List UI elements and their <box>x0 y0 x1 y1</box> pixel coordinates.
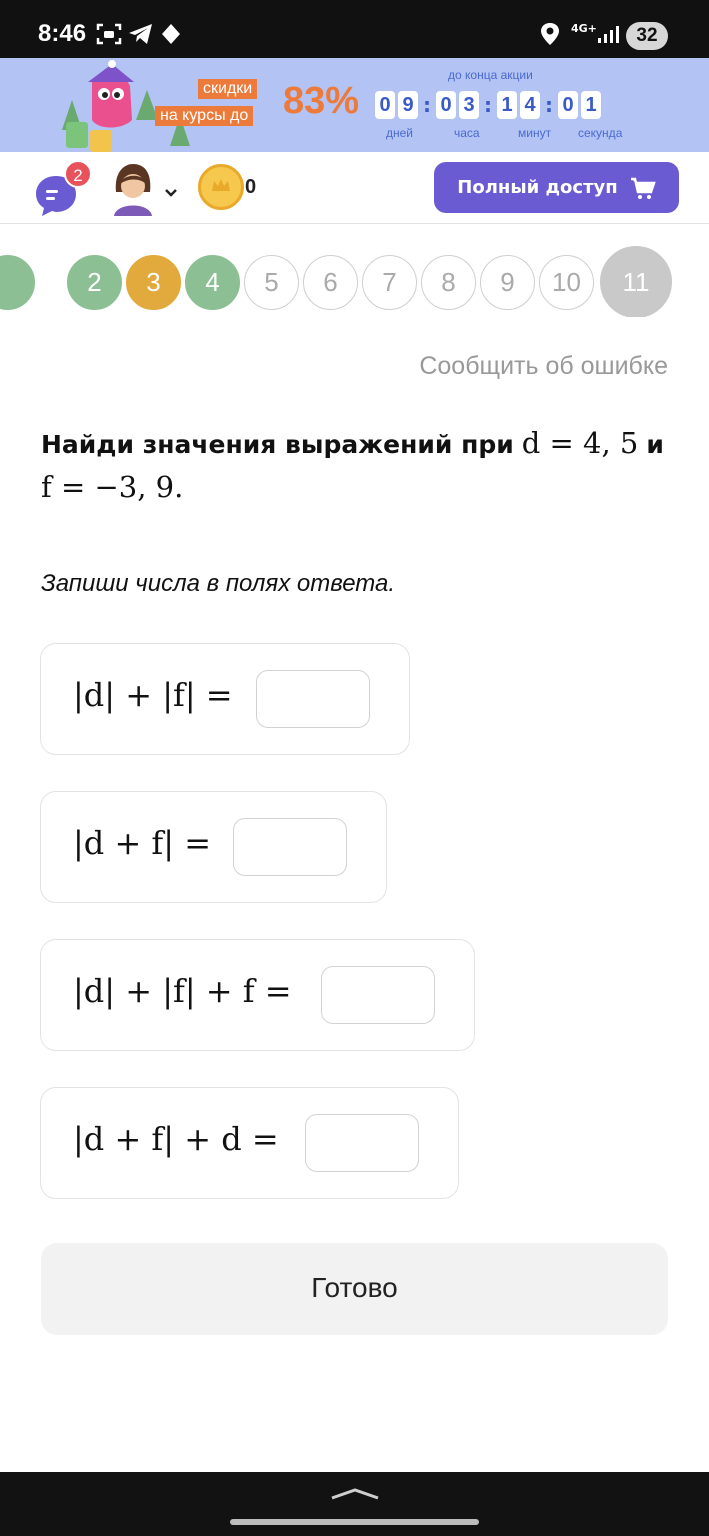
countdown-digit: 0 <box>436 91 456 119</box>
app-header: 2 0 Полный доступ <box>0 152 709 224</box>
countdown-separator: : <box>545 93 553 117</box>
answer-card: |d| + |f| = <box>40 643 410 755</box>
status-time: 8:46 <box>38 20 87 47</box>
expression: |d| + |f| = <box>73 676 233 714</box>
countdown-caption: до конца акции <box>448 68 533 82</box>
countdown-label-hours: часа <box>454 126 480 140</box>
expression: |d + f| + d = <box>73 1120 279 1158</box>
question-var-f: f = −3, 9. <box>41 470 184 504</box>
done-button[interactable]: Готово <box>41 1243 668 1335</box>
expression: |d| + |f| + f = <box>73 972 292 1010</box>
countdown-digit: 1 <box>581 91 601 119</box>
profile-menu-button[interactable] <box>108 162 188 216</box>
question-prefix: Найди значения выражений при <box>41 430 514 459</box>
countdown-label-days: дней <box>386 126 414 140</box>
chevron-up-icon[interactable] <box>330 1486 380 1502</box>
full-access-button[interactable]: Полный доступ <box>434 162 679 213</box>
full-access-label: Полный доступ <box>457 177 618 198</box>
notification-icon <box>162 24 180 44</box>
step-8[interactable]: 8 <box>421 255 476 310</box>
battery-badge: 32 <box>626 22 668 50</box>
step-6[interactable]: 6 <box>303 255 358 310</box>
location-icon <box>541 23 559 45</box>
signal-icon <box>598 26 619 43</box>
promo-tag-courses: на курсы до <box>155 106 254 126</box>
question-text: Найди значения выражений при d = 4, 5 и … <box>41 422 671 510</box>
home-gesture-bar[interactable] <box>230 1519 479 1525</box>
step-2[interactable]: 2 <box>67 255 122 310</box>
telegram-icon <box>129 24 152 44</box>
question-and: и <box>646 430 664 459</box>
question-steps: 2 3 4 5 6 7 8 9 10 11 <box>0 245 709 317</box>
crown-icon <box>212 179 230 191</box>
promo-percent: 83% <box>283 80 360 122</box>
avatar <box>114 164 152 216</box>
step-9[interactable]: 9 <box>480 255 535 310</box>
promo-tag-discounts: скидки <box>198 79 258 99</box>
expression: |d + f| = <box>73 824 212 862</box>
report-error-link[interactable]: Сообщить об ошибке <box>419 352 668 381</box>
chat-button[interactable]: 2 <box>34 160 94 216</box>
countdown-digit: 3 <box>459 91 479 119</box>
system-nav-bar <box>0 1472 709 1536</box>
coin-icon <box>198 164 244 210</box>
countdown-digit: 0 <box>375 91 395 119</box>
countdown-digit: 1 <box>497 91 517 119</box>
countdown-digit: 0 <box>558 91 578 119</box>
answer-input[interactable] <box>256 670 370 728</box>
step-partial[interactable] <box>0 255 35 310</box>
step-4[interactable]: 4 <box>185 255 240 310</box>
network-type: 4G+ <box>571 22 597 35</box>
screenshot-icon <box>96 23 122 45</box>
answer-input[interactable] <box>321 966 435 1024</box>
countdown-digit: 9 <box>398 91 418 119</box>
countdown-timer: 0 9 : 0 3 : 1 4 : 0 1 <box>375 91 604 119</box>
step-5[interactable]: 5 <box>244 255 299 310</box>
answer-card: |d| + |f| + f = <box>40 939 475 1051</box>
step-7[interactable]: 7 <box>362 255 417 310</box>
status-bar: 8:46 4G+ 32 <box>0 0 709 58</box>
question-var-d: d = 4, 5 <box>521 426 639 460</box>
chat-badge: 2 <box>64 160 92 188</box>
coin-count: 0 <box>245 176 257 198</box>
promo-banner[interactable]: скидки на курсы до 83% до конца акции 0 … <box>0 58 709 152</box>
countdown-separator: : <box>484 93 492 117</box>
answer-card: |d + f| = <box>40 791 387 903</box>
cart-icon <box>630 177 656 199</box>
countdown-digit: 4 <box>520 91 540 119</box>
countdown-label-seconds: секунда <box>578 126 623 140</box>
step-10[interactable]: 10 <box>539 255 594 310</box>
step-3[interactable]: 3 <box>126 255 181 310</box>
answer-input[interactable] <box>305 1114 419 1172</box>
answer-input[interactable] <box>233 818 347 876</box>
step-11[interactable]: 11 <box>600 246 672 317</box>
countdown-separator: : <box>423 93 431 117</box>
answer-card: |d + f| + d = <box>40 1087 459 1199</box>
chevron-down-icon <box>165 189 177 197</box>
instruction-text: Запиши числа в полях ответа. <box>41 570 396 597</box>
countdown-label-minutes: минут <box>518 126 552 140</box>
